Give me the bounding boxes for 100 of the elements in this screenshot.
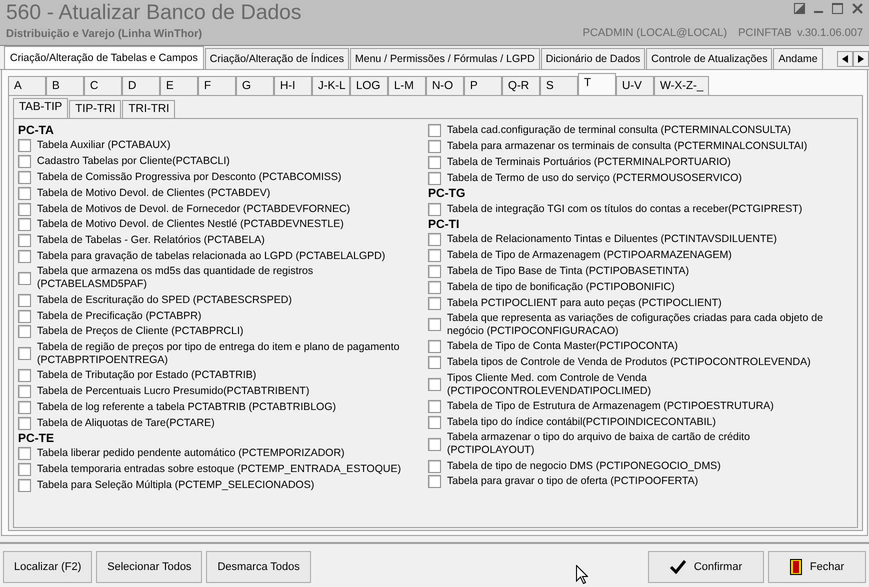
- tab[interactable]: L-M: [388, 76, 426, 95]
- checkbox[interactable]: [18, 272, 31, 285]
- checkbox[interactable]: [18, 218, 31, 232]
- checkbox[interactable]: [18, 202, 31, 216]
- checkbox[interactable]: [428, 460, 441, 473]
- tab[interactable]: S: [540, 76, 578, 95]
- checkbox[interactable]: [428, 124, 441, 138]
- button[interactable]: Confirmar: [648, 551, 764, 583]
- checkbox[interactable]: [18, 416, 31, 430]
- checkbox-label: Tabela Auxiliar (PCTABAUX): [37, 139, 170, 152]
- checkbox[interactable]: [428, 249, 441, 262]
- checkbox-label: Tabela de log referente a tabela PCTABTRIB (PCTABTRIBLOG): [37, 400, 336, 414]
- checkbox[interactable]: [18, 139, 31, 152]
- checkbox[interactable]: [428, 296, 441, 310]
- checkbox-label: Tabela de Escrituração do SPED (PCTABESCRSPED): [37, 294, 292, 307]
- checkbox[interactable]: [428, 475, 441, 488]
- checkbox[interactable]: [428, 438, 441, 451]
- checkbox-label: Tabela de Tributação por Estado (PCTABTRIB): [37, 369, 256, 382]
- left-arrow-icon: [842, 55, 848, 63]
- tab[interactable]: T: [578, 73, 616, 95]
- restore-icon[interactable]: [794, 3, 805, 14]
- button[interactable]: Selecionar Todos: [96, 551, 202, 583]
- checkbox[interactable]: [428, 280, 441, 294]
- tab[interactable]: P: [464, 76, 502, 95]
- checkbox-label: Tabela de Motivo Devol. de Clientes (PCTABDEV): [37, 186, 270, 200]
- tab[interactable]: G: [236, 76, 274, 95]
- checkbox-label: Tabela de Terminais Portuários (PCTERMINALPORTUARIO): [447, 156, 731, 169]
- checkbox-label: Tabela de Tipo Base de Tinta (PCTIPOBASETINTA): [447, 264, 689, 278]
- tab[interactable]: TIP-TRI: [69, 100, 122, 118]
- checkbox[interactable]: [428, 202, 441, 216]
- checkbox[interactable]: [428, 318, 441, 332]
- tab[interactable]: F: [198, 76, 236, 95]
- tab[interactable]: E: [160, 76, 198, 95]
- checkbox-label: Tabela de tipo de bonificação (PCTIPOBONIFIC): [447, 280, 675, 294]
- tab[interactable]: H-I: [274, 76, 312, 95]
- tab[interactable]: Criação/Alteração de Tabelas e Campos: [4, 46, 204, 69]
- group-heading: PC-TA: [18, 123, 55, 138]
- checkbox[interactable]: [428, 140, 441, 154]
- checkbox[interactable]: [18, 447, 31, 460]
- checkbox-label: Tipos Cliente Med. com Controle de Venda (PCTIPOCONTROLEVENDATIPOCLIMED): [447, 372, 652, 398]
- checkbox[interactable]: [428, 356, 441, 370]
- group-heading: PC-TG: [428, 186, 466, 202]
- checkbox[interactable]: [18, 170, 31, 184]
- tab[interactable]: TAB-TIP: [13, 98, 68, 118]
- checkbox[interactable]: [18, 369, 31, 382]
- tab[interactable]: TRI-TRI: [122, 100, 176, 118]
- right-arrow-icon: [858, 55, 864, 63]
- checkbox-label: Tabela cad.configuração de terminal consulta (PCTERMINALCONSULTA): [447, 124, 791, 138]
- checkbox-label: Tabela de Motivos de Devol. de Fornecedor (PCTABDEVFORNEC): [37, 202, 350, 216]
- group-heading: PC-TE: [18, 430, 55, 446]
- tab[interactable]: A: [8, 76, 46, 95]
- checkbox[interactable]: [18, 400, 31, 414]
- checkbox[interactable]: [428, 378, 441, 392]
- checkbox-label: Tabela de Percentuais Lucro Presumido(PCTABTRIBENT): [37, 384, 310, 398]
- checkbox[interactable]: [18, 155, 31, 168]
- window-subtitle: Distribuição e Varejo (Linha WinThor): [6, 27, 202, 42]
- checkbox[interactable]: [18, 325, 31, 338]
- scroll-left-button[interactable]: [837, 51, 853, 67]
- checkbox[interactable]: [18, 310, 31, 323]
- close-icon[interactable]: [852, 3, 863, 14]
- checkbox[interactable]: [18, 234, 31, 248]
- user-label: PCADMIN (LOCAL@LOCAL): [582, 26, 728, 41]
- checkbox-label: Tabela tipo do índice contábil(PCTIPOINDICECONTABIL): [447, 416, 716, 429]
- checkbox[interactable]: [428, 172, 441, 185]
- tab[interactable]: Q-R: [502, 76, 540, 95]
- checkbox-label: Tabela de Tabelas - Ger. Relatórios (PCTABELA): [37, 234, 265, 248]
- tab[interactable]: W-X-Z-_: [654, 76, 710, 95]
- checkbox[interactable]: [18, 347, 31, 360]
- checkbox[interactable]: [428, 340, 441, 354]
- checkbox[interactable]: [428, 416, 441, 429]
- tab[interactable]: Dicionário de Dados: [540, 48, 646, 69]
- tab[interactable]: D: [122, 76, 160, 95]
- checkbox[interactable]: [18, 294, 31, 307]
- maximize-icon[interactable]: [832, 3, 843, 14]
- tab[interactable]: J-K-L: [312, 76, 350, 95]
- scroll-right-button[interactable]: [853, 51, 869, 67]
- checkbox[interactable]: [18, 478, 31, 492]
- checkbox[interactable]: [428, 264, 441, 278]
- checkbox[interactable]: [18, 250, 31, 263]
- checkbox[interactable]: [428, 400, 441, 413]
- button[interactable]: Desmarca Todos: [206, 551, 311, 583]
- tab[interactable]: Criação/Alteração de Índices: [204, 48, 349, 69]
- window-title: 560 - Atualizar Banco de Dados: [6, 0, 302, 26]
- checkbox[interactable]: [428, 233, 441, 246]
- tab[interactable]: Andame: [773, 48, 823, 69]
- button[interactable]: Localizar (F2): [3, 551, 92, 583]
- checkbox-label: Tabela para gravar o tipo de oferta (PCTIPOOFERTA): [447, 475, 698, 488]
- tab[interactable]: N-O: [426, 76, 464, 95]
- tab[interactable]: U-V: [616, 76, 654, 95]
- checkbox[interactable]: [18, 384, 31, 398]
- checkbox[interactable]: [18, 463, 31, 476]
- button[interactable]: Fechar: [768, 551, 866, 583]
- tab[interactable]: Controle de Atualizações: [646, 48, 772, 69]
- tab[interactable]: C: [84, 76, 122, 95]
- checkbox[interactable]: [428, 156, 441, 169]
- tab[interactable]: Menu / Permissões / Fórmulas / LGPD: [350, 48, 540, 69]
- tab[interactable]: B: [46, 76, 84, 95]
- checkbox[interactable]: [18, 186, 31, 200]
- tab[interactable]: LOG: [350, 76, 388, 95]
- checkbox-label: Tabela tipos de Controle de Venda de Produtos (PCTIPOCONTROLEVENDA): [447, 356, 811, 370]
